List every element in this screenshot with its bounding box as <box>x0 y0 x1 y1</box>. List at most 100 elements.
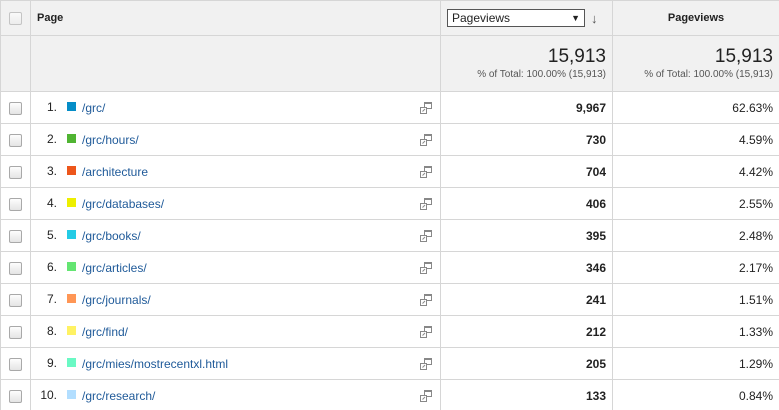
open-in-new-window-icon[interactable] <box>420 293 432 306</box>
pageviews-percent: 2.55% <box>612 187 779 220</box>
row-check-cell <box>0 315 31 348</box>
page-link[interactable]: /grc/ <box>82 101 105 115</box>
series-color-swatch <box>67 358 76 368</box>
pageviews-percent: 1.51% <box>612 283 779 316</box>
row-checkbox[interactable] <box>9 133 22 147</box>
pageviews-percent: 1.33% <box>612 315 779 348</box>
percent-total: 15,913 <box>714 46 773 67</box>
page-link[interactable]: /grc/articles/ <box>82 261 147 275</box>
page-column-header[interactable]: Page <box>30 0 441 36</box>
pageviews-percent: 4.59% <box>612 123 779 156</box>
page-cell: 9. /grc/mies/mostrecentxl.html <box>30 347 441 380</box>
pageviews-percent-column-header[interactable]: Pageviews <box>612 0 779 36</box>
row-checkbox[interactable] <box>9 261 22 275</box>
row-checkbox[interactable] <box>9 101 22 115</box>
table-row: 5. /grc/books/ 395 2.48% <box>0 219 779 252</box>
page-cell: 10. /grc/research/ <box>30 379 441 410</box>
pageviews-total-cell: 15,913 % of Total: 100.00% (15,913) <box>440 35 613 92</box>
pageviews-value: 406 <box>440 187 613 220</box>
pageviews-percent: 4.42% <box>612 155 779 188</box>
series-color-swatch <box>67 262 76 272</box>
pageviews-percent: 0.84% <box>612 379 779 410</box>
page-cell: 4. /grc/databases/ <box>30 187 441 220</box>
pageviews-percent: 62.63% <box>612 91 779 124</box>
page-link[interactable]: /grc/research/ <box>82 389 155 403</box>
select-all-checkbox[interactable] <box>9 11 22 25</box>
open-in-new-window-icon[interactable] <box>420 133 432 146</box>
page-link[interactable]: /grc/mies/mostrecentxl.html <box>82 357 228 371</box>
row-check-cell <box>0 155 31 188</box>
page-link[interactable]: /grc/databases/ <box>82 197 164 211</box>
table-header-row: Page Pageviews ▼ ↓ Pageviews <box>0 0 779 36</box>
page-cell: 6. /grc/articles/ <box>30 251 441 284</box>
row-index: 6. <box>46 260 57 275</box>
pageviews-total: 15,913 <box>547 46 606 67</box>
report-table: Page Pageviews ▼ ↓ Pageviews 15,913 % of… <box>0 0 779 410</box>
pageviews-total-subtext: % of Total: 100.00% (15,913) <box>477 69 606 80</box>
page-link[interactable]: /grc/hours/ <box>82 133 139 147</box>
sort-descending-icon[interactable]: ↓ <box>591 11 598 26</box>
series-color-swatch <box>67 134 76 144</box>
totals-row: 15,913 % of Total: 100.00% (15,913) 15,9… <box>0 35 779 92</box>
row-checkbox[interactable] <box>9 197 22 211</box>
open-in-new-window-icon[interactable] <box>420 389 432 402</box>
row-check-cell <box>0 123 31 156</box>
page-link[interactable]: /grc/journals/ <box>82 293 151 307</box>
pageviews-percent: 2.48% <box>612 219 779 252</box>
page-link[interactable]: /grc/books/ <box>82 229 141 243</box>
page-link[interactable]: /grc/find/ <box>82 325 128 339</box>
row-checkbox[interactable] <box>9 293 22 307</box>
series-color-swatch <box>67 166 76 176</box>
page-link[interactable]: /architecture <box>82 165 148 179</box>
metric-selector-wrap: Pageviews ▼ ↓ <box>447 9 606 27</box>
table-row: 7. /grc/journals/ 241 1.51% <box>0 283 779 316</box>
row-check-cell <box>0 219 31 252</box>
pageviews-value: 205 <box>440 347 613 380</box>
row-index: 9. <box>46 356 57 371</box>
pageviews-value: 704 <box>440 155 613 188</box>
row-index: 4. <box>46 196 57 211</box>
pageviews-column-header: Pageviews ▼ ↓ <box>440 0 613 36</box>
page-cell: 7. /grc/journals/ <box>30 283 441 316</box>
page-cell: 8. /grc/find/ <box>30 315 441 348</box>
row-checkbox[interactable] <box>9 357 22 371</box>
open-in-new-window-icon[interactable] <box>420 261 432 274</box>
pageviews-percent: 2.17% <box>612 251 779 284</box>
open-in-new-window-icon[interactable] <box>420 165 432 178</box>
row-checkbox[interactable] <box>9 165 22 179</box>
series-color-swatch <box>67 390 76 400</box>
table-row: 9. /grc/mies/mostrecentxl.html 205 1.29% <box>0 347 779 380</box>
open-in-new-window-icon[interactable] <box>420 197 432 210</box>
totals-page-cell <box>30 35 441 92</box>
series-color-swatch <box>67 102 76 112</box>
dropdown-arrow-icon: ▼ <box>571 13 580 23</box>
page-cell: 5. /grc/books/ <box>30 219 441 252</box>
row-index: 3. <box>46 164 57 179</box>
table-row: 2. /grc/hours/ 730 4.59% <box>0 123 779 156</box>
open-in-new-window-icon[interactable] <box>420 357 432 370</box>
series-color-swatch <box>67 294 76 304</box>
row-check-cell <box>0 347 31 380</box>
open-in-new-window-icon[interactable] <box>420 101 432 114</box>
row-check-cell <box>0 91 31 124</box>
metric-select-value: Pageviews <box>452 11 511 25</box>
pageviews-percent: 1.29% <box>612 347 779 380</box>
series-color-swatch <box>67 326 76 336</box>
row-checkbox[interactable] <box>9 229 22 243</box>
open-in-new-window-icon[interactable] <box>420 229 432 242</box>
metric-select[interactable]: Pageviews ▼ <box>447 9 585 27</box>
row-checkbox[interactable] <box>9 389 22 403</box>
row-check-cell <box>0 283 31 316</box>
page-cell: 3. /architecture <box>30 155 441 188</box>
table-row: 10. /grc/research/ 133 0.84% <box>0 379 779 410</box>
open-in-new-window-icon[interactable] <box>420 325 432 338</box>
select-all-cell <box>0 0 31 36</box>
row-checkbox[interactable] <box>9 325 22 339</box>
table-row: 4. /grc/databases/ 406 2.55% <box>0 187 779 220</box>
row-index: 10. <box>40 388 57 403</box>
table-row: 3. /architecture 704 4.42% <box>0 155 779 188</box>
table-row: 6. /grc/articles/ 346 2.17% <box>0 251 779 284</box>
table-row: 8. /grc/find/ 212 1.33% <box>0 315 779 348</box>
row-check-cell <box>0 251 31 284</box>
series-color-swatch <box>67 230 76 240</box>
